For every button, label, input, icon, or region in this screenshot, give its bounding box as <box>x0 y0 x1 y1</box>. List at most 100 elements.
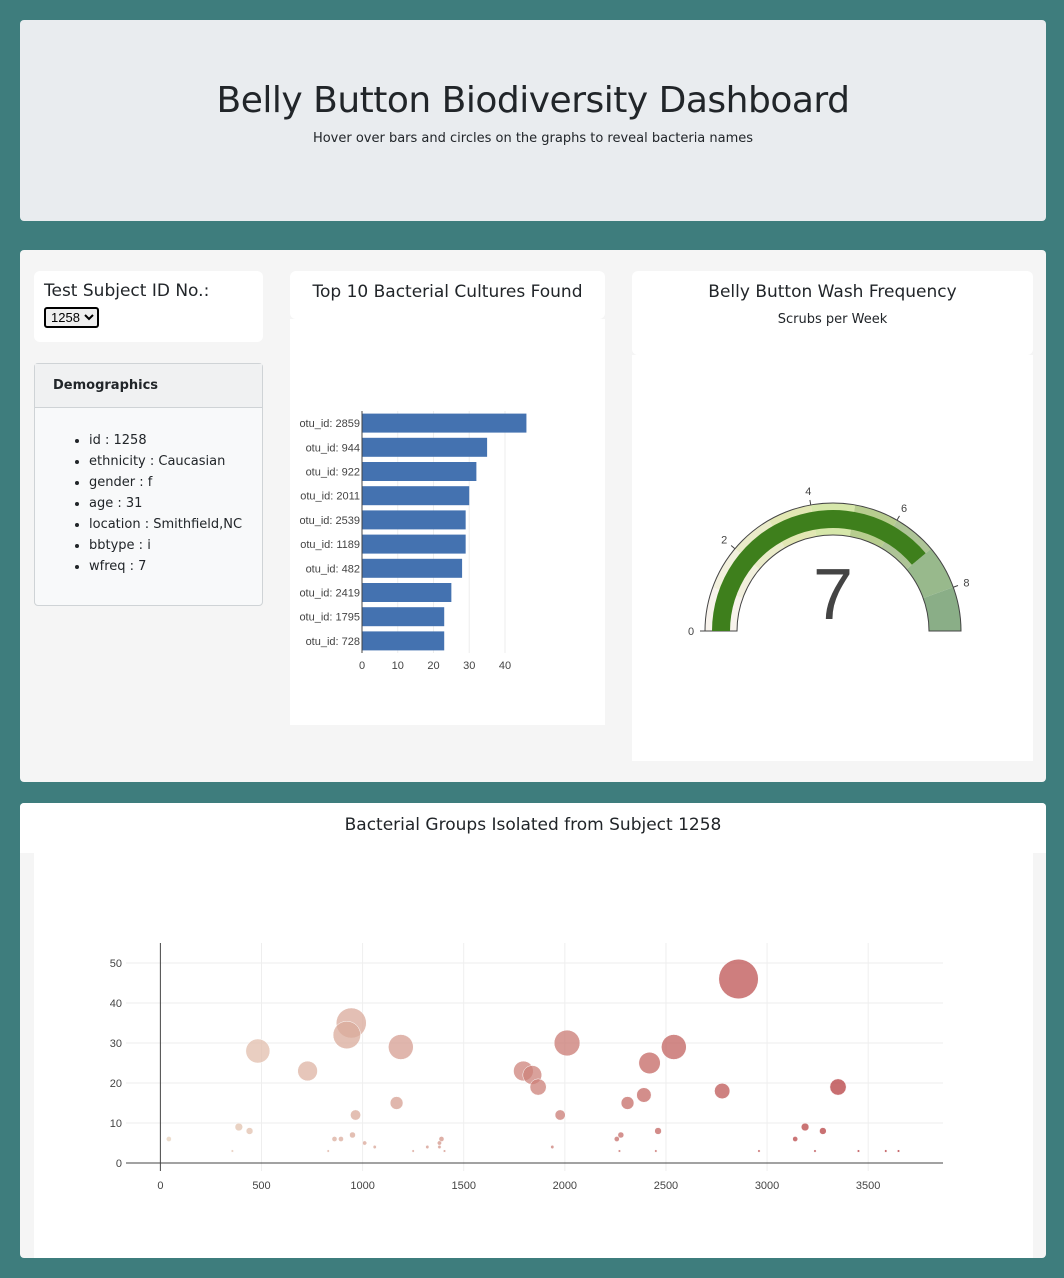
bar-chart-title: Top 10 Bacterial Cultures Found <box>312 282 583 302</box>
bubble-point <box>654 1127 662 1135</box>
demographics-item: gender : f <box>89 472 262 493</box>
bar <box>362 462 477 481</box>
bubble-point <box>529 1078 547 1096</box>
bar <box>362 583 452 602</box>
bar-xtick-label: 30 <box>463 660 475 672</box>
bar-category-label: otu_id: 2419 <box>299 588 360 600</box>
bubble-xtick-label: 3000 <box>755 1180 779 1192</box>
gauge-title: Belly Button Wash Frequency <box>708 282 957 302</box>
bubble-xtick-label: 500 <box>252 1180 270 1192</box>
bubble-point <box>636 1087 652 1103</box>
bar-xtick-label: 10 <box>392 660 404 672</box>
bubble-point <box>829 1078 847 1096</box>
selector-well: Test Subject ID No.: 1258 <box>34 271 263 342</box>
bar <box>362 558 463 578</box>
bubble-point <box>553 1029 581 1057</box>
bubble-xtick-label: 1500 <box>451 1180 475 1192</box>
gauge-tick <box>896 515 900 521</box>
bubble-chart-title: Bacterial Groups Isolated from Subject 1… <box>344 815 722 835</box>
bar-title-well: Top 10 Bacterial Cultures Found <box>290 271 605 319</box>
bubble-point <box>617 1149 621 1153</box>
bubble-title-well: Bacterial Groups Isolated from Subject 1… <box>20 803 1046 853</box>
demographics-item: location : Smithfield,NC <box>89 514 262 535</box>
bar-category-label: otu_id: 2011 <box>300 491 360 503</box>
gauge-title-well: Belly Button Wash Frequency Scrubs per W… <box>632 271 1033 355</box>
subject-id-select[interactable]: 1258 <box>44 307 99 328</box>
bubble-point <box>411 1149 415 1153</box>
page-title: Belly Button Biodiversity Dashboard <box>216 80 850 121</box>
header-jumbotron: Belly Button Biodiversity Dashboard Hove… <box>20 20 1046 221</box>
bubble-point <box>550 1145 555 1149</box>
bar-category-label: otu_id: 2539 <box>299 515 360 527</box>
bubble-point <box>613 1136 620 1142</box>
bubble-point <box>792 1136 799 1142</box>
bubble-point <box>166 1136 172 1142</box>
bubble-ytick-label: 30 <box>110 1038 122 1050</box>
bar-xtick-label: 20 <box>427 660 439 672</box>
bubble-point <box>388 1034 414 1060</box>
bubble-ytick-label: 0 <box>116 1158 122 1170</box>
bar <box>362 607 445 627</box>
bar-chart-area: 0 10 20 30 40 otu_id: 2859 otu_id: 944 otu_id: … <box>290 319 605 725</box>
bubble-point <box>437 1140 442 1146</box>
demographics-item: bbtype : i <box>89 535 262 556</box>
bubble-point <box>800 1122 810 1132</box>
bubble-point <box>349 1131 356 1139</box>
bar-xtick-label: 0 <box>359 660 365 672</box>
bubble-point <box>554 1109 566 1121</box>
bubble-point <box>331 1136 338 1142</box>
bar-category-label: otu_id: 482 <box>306 563 360 575</box>
bubble-point <box>350 1109 361 1121</box>
gauge-tick <box>953 585 959 588</box>
bubble-point <box>661 1034 687 1060</box>
page-subtitle: Hover over bars and circles on the graph… <box>312 131 754 146</box>
bubble-point <box>884 1149 888 1153</box>
bubble-point <box>338 1136 344 1142</box>
gauge-tick-label: 8 <box>963 577 969 589</box>
bubble-point <box>230 1149 234 1153</box>
bar-xtick-label: 40 <box>499 660 511 672</box>
bar <box>362 486 470 506</box>
bubble-point <box>437 1145 442 1149</box>
bar-category-label: otu_id: 728 <box>306 636 360 648</box>
gauge-chart-area: 0 2 4 6 8 7 <box>632 355 1033 761</box>
demographics-item: ethnicity : Caucasian <box>89 451 262 472</box>
bar <box>362 534 466 554</box>
bubble-point <box>442 1149 447 1153</box>
bubble-xtick-label: 2000 <box>553 1180 577 1192</box>
bubble-point <box>297 1060 318 1082</box>
bubble-point <box>245 1127 254 1135</box>
bubble-point <box>389 1096 404 1110</box>
bubble-xtick-label: 3500 <box>856 1180 880 1192</box>
bubble-xtick-label: 2500 <box>654 1180 678 1192</box>
demographics-item: id : 1258 <box>89 430 262 451</box>
demographics-list: id : 1258 ethnicity : Caucasian gender :… <box>89 430 262 577</box>
bubble-point <box>757 1149 761 1153</box>
bubble-point <box>332 1020 361 1050</box>
bubble-ytick-label: 40 <box>110 998 122 1010</box>
bar <box>362 413 527 433</box>
bubble-point <box>718 958 759 1000</box>
gauge-tick-label: 6 <box>901 503 907 515</box>
bubble-point <box>425 1145 430 1149</box>
bubble-chart: 0 500 1000 1500 2000 2500 3000 3500 0 10 20 30 40 50 <box>110 943 943 1192</box>
bar <box>362 510 466 530</box>
demographics-panel: Demographics id : 1258 ethnicity : Cauca… <box>34 363 263 606</box>
demographics-title: Demographics <box>35 364 262 408</box>
gauge-subtitle: Scrubs per Week <box>777 312 888 327</box>
bar <box>362 437 488 457</box>
bubble-ytick-label: 50 <box>110 958 122 970</box>
gauge-tick <box>809 499 812 506</box>
bar-chart: 0 10 20 30 40 otu_id: 2859 otu_id: 944 otu_id: … <box>299 411 527 672</box>
gauge-chart: 0 2 4 6 8 7 <box>688 486 970 638</box>
bubble-point <box>620 1096 635 1110</box>
bubble-point <box>326 1149 330 1153</box>
bar-category-label: otu_id: 1795 <box>299 612 360 624</box>
gauge-tick-label: 4 <box>805 486 811 498</box>
selector-label: Test Subject ID No.: <box>44 281 210 301</box>
demographics-item: age : 31 <box>89 493 262 514</box>
bar <box>362 631 445 651</box>
bubble-point <box>372 1145 377 1149</box>
bar-category-label: otu_id: 922 <box>306 467 360 479</box>
bubble-point <box>819 1127 827 1135</box>
